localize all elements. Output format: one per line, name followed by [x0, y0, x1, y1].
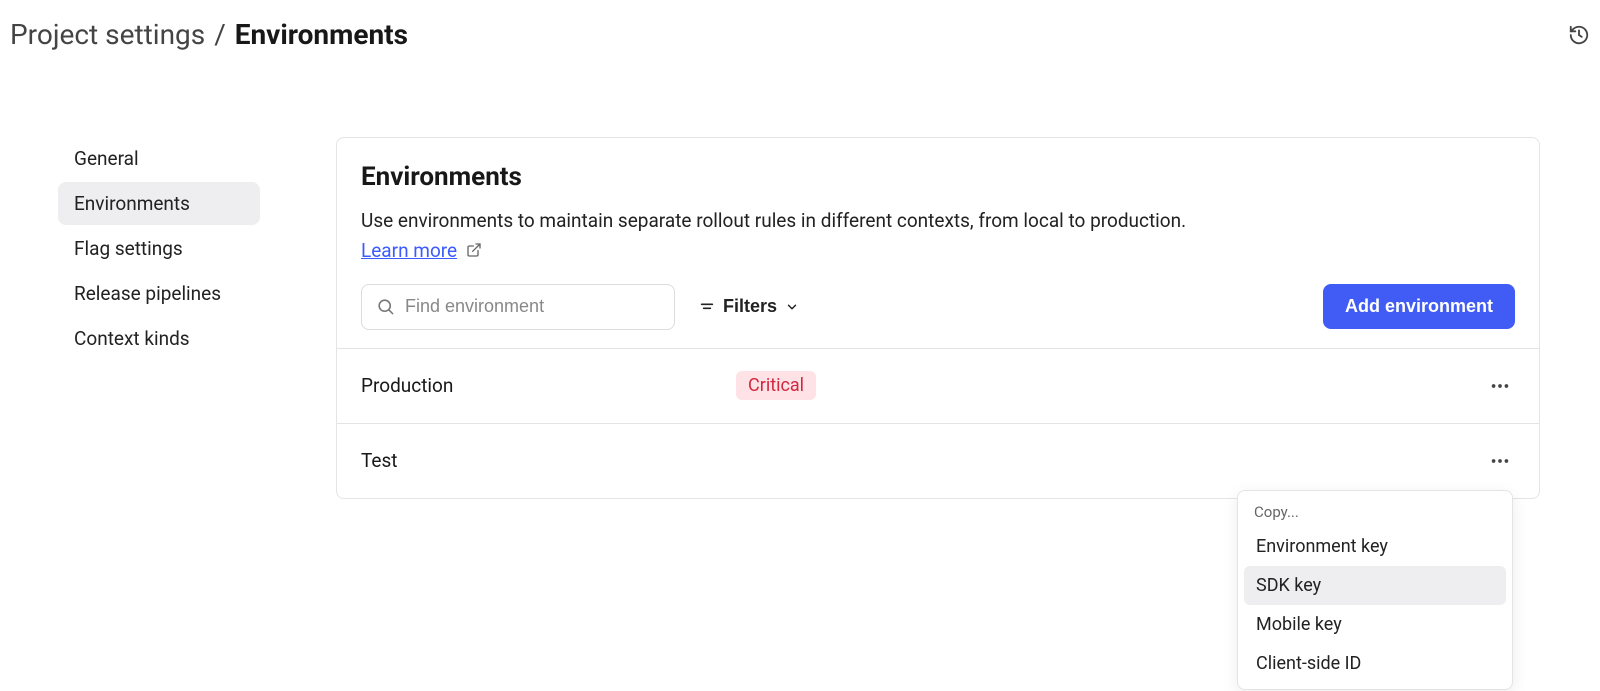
breadcrumb-parent[interactable]: Project settings [10, 18, 205, 51]
panel-title: Environments [361, 162, 1515, 192]
dropdown-item-mobile-key[interactable]: Mobile key [1244, 605, 1506, 644]
sidebar-item-context-kinds[interactable]: Context kinds [58, 317, 260, 360]
filters-label: Filters [723, 296, 777, 317]
learn-more-link[interactable]: Learn more [361, 239, 457, 262]
search-input[interactable] [405, 296, 660, 317]
external-link-icon [466, 240, 482, 263]
dropdown-heading: Copy... [1244, 497, 1506, 527]
panel-toolbar: Filters Add environment [337, 268, 1539, 348]
more-horizontal-icon [1489, 375, 1511, 397]
dropdown-item-client-side-id[interactable]: Client-side ID [1244, 644, 1506, 683]
more-horizontal-icon [1489, 450, 1511, 472]
settings-sidebar: General Environments Flag settings Relea… [58, 137, 336, 499]
search-input-wrap[interactable] [361, 284, 675, 330]
environment-name: Test [361, 449, 736, 472]
environment-row[interactable]: Test [337, 423, 1539, 498]
chevron-down-icon [785, 300, 799, 314]
dropdown-item-sdk-key[interactable]: SDK key [1244, 566, 1506, 605]
copy-dropdown: Copy... Environment key SDK key Mobile k… [1237, 490, 1513, 690]
row-more-button[interactable] [1485, 371, 1515, 401]
dropdown-item-environment-key[interactable]: Environment key [1244, 527, 1506, 566]
search-icon [376, 297, 395, 316]
sidebar-item-environments[interactable]: Environments [58, 182, 260, 225]
critical-badge: Critical [736, 371, 816, 400]
environment-name: Production [361, 374, 736, 397]
breadcrumb-separator: / [214, 18, 226, 51]
sidebar-item-general[interactable]: General [58, 137, 260, 180]
environments-panel: Environments Use environments to maintai… [336, 137, 1540, 499]
breadcrumb-current: Environments [235, 18, 408, 51]
panel-description: Use environments to maintain separate ro… [361, 206, 1221, 268]
environment-row[interactable]: Production Critical [337, 348, 1539, 423]
filters-button[interactable]: Filters [699, 296, 799, 317]
filter-icon [699, 299, 715, 315]
sidebar-item-release-pipelines[interactable]: Release pipelines [58, 272, 260, 315]
breadcrumb: Project settings / Environments [10, 18, 408, 51]
add-environment-button[interactable]: Add environment [1323, 284, 1515, 329]
history-icon[interactable] [1568, 24, 1590, 46]
sidebar-item-flag-settings[interactable]: Flag settings [58, 227, 260, 270]
page-header: Project settings / Environments [0, 0, 1600, 51]
row-more-button[interactable] [1485, 446, 1515, 476]
